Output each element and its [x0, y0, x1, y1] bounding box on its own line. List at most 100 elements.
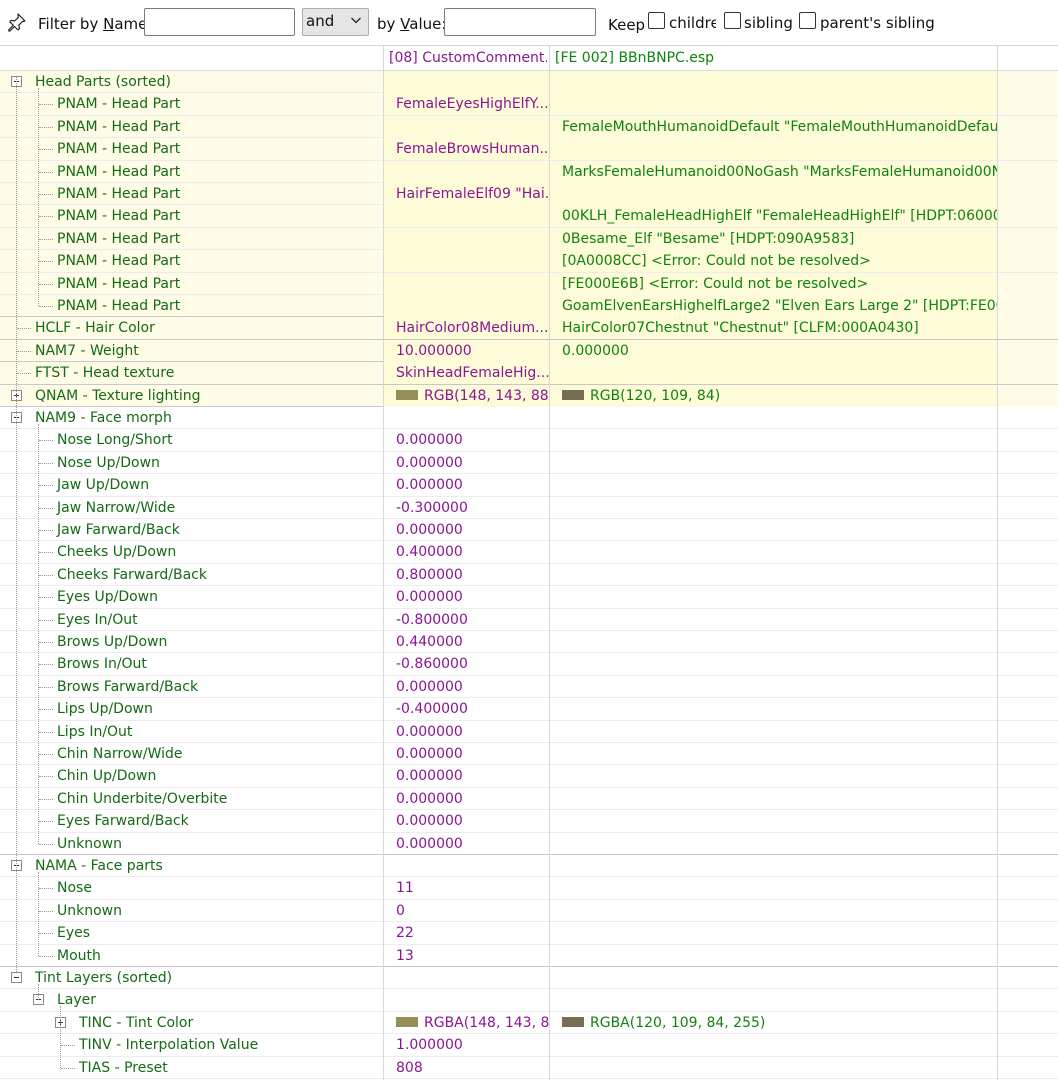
plugin-1-value-cell[interactable] [383, 295, 549, 317]
tree-row[interactable]: TINV - Interpolation Value 1.000000 [0, 1034, 1058, 1057]
tree-row[interactable]: Jaw Up/Down 0.000000 [0, 474, 1058, 497]
column-header-plugin-2[interactable]: [FE 002] BBnBNPC.esp [555, 50, 995, 66]
record-comparison-tree[interactable]: [08] CustomComment... [FE 002] BBnBNPC.e… [0, 46, 1058, 1080]
plugin-1-value-cell[interactable]: RGB(148, 143, 88) [383, 384, 549, 407]
tree-row[interactable]: Cheeks Up/Down 0.400000 [0, 541, 1058, 564]
plugin-2-value-cell[interactable]: 0.000000 [549, 339, 997, 362]
plugin-2-value-cell[interactable] [549, 429, 997, 451]
tree-row[interactable]: Eyes Farward/Back 0.000000 [0, 810, 1058, 833]
plugin-2-value-cell[interactable]: [FE000E6B] <Error: Could not be resolved… [549, 272, 997, 295]
plugin-1-value-cell[interactable]: 0.000000 [383, 452, 549, 474]
plugin-2-value-cell[interactable]: FemaleMouthHumanoidDefault "FemaleMouthH… [549, 115, 997, 138]
keep-siblings-checkbox[interactable] [724, 12, 741, 29]
plugin-1-value-cell[interactable]: 0.000000 [383, 743, 549, 765]
plugin-2-value-cell[interactable] [549, 788, 997, 810]
plugin-2-value-cell[interactable] [549, 519, 997, 541]
plugin-1-value-cell[interactable]: 0 [383, 900, 549, 922]
tree-row[interactable]: PNAM - Head Part 0Besame_Elf "Besame" [HD… [0, 227, 1058, 251]
tree-row[interactable]: PNAM - Head Part [FE000E6B] <Error: Could… [0, 272, 1058, 295]
plugin-2-value-cell[interactable] [549, 810, 997, 832]
plugin-1-value-cell[interactable] [383, 227, 549, 250]
plugin-2-value-cell[interactable] [549, 474, 997, 496]
tree-row[interactable]: NAM9 - Face morph [0, 407, 1058, 430]
plugin-1-value-cell[interactable] [383, 407, 549, 429]
plugin-1-value-cell[interactable]: HairColor08Medium... [383, 317, 549, 340]
plugin-2-value-cell[interactable] [549, 765, 997, 787]
plugin-2-value-cell[interactable] [549, 362, 997, 385]
plugin-1-value-cell[interactable]: 0.000000 [383, 474, 549, 496]
plugin-1-value-cell[interactable]: 0.000000 [383, 429, 549, 451]
plugin-1-value-cell[interactable]: FemaleBrowsHuman... [383, 138, 549, 161]
plugin-2-value-cell[interactable] [549, 452, 997, 474]
plugin-2-value-cell[interactable] [549, 945, 997, 967]
tree-row[interactable]: Brows Up/Down 0.440000 [0, 631, 1058, 654]
plugin-2-value-cell[interactable] [549, 564, 997, 586]
tree-row[interactable]: PNAM - Head Part FemaleBrowsHuman... [0, 138, 1058, 161]
tree-row[interactable]: Chin Up/Down 0.000000 [0, 765, 1058, 788]
plugin-1-value-cell[interactable]: HairFemaleElf09 "Hai... [383, 183, 549, 205]
plugin-2-value-cell[interactable] [549, 833, 997, 855]
tree-row[interactable]: Nose Up/Down 0.000000 [0, 451, 1058, 475]
tree-row[interactable]: PNAM - Head Part MarksFemaleHumanoid00NoG… [0, 160, 1058, 183]
plugin-2-value-cell[interactable] [549, 855, 997, 877]
tree-row[interactable]: NAMA - Face parts [0, 855, 1058, 878]
plugin-1-value-cell[interactable] [383, 855, 549, 877]
tree-row[interactable]: Nose 11 [0, 877, 1058, 900]
tree-row[interactable]: PNAM - Head Part FemaleMouthHumanoidDefau… [0, 115, 1058, 139]
plugin-2-value-cell[interactable] [549, 698, 997, 720]
plugin-1-value-cell[interactable] [383, 71, 549, 93]
plugin-1-value-cell[interactable]: 13 [383, 945, 549, 967]
tree-row[interactable]: PNAM - Head Part FemaleEyesHighElfY... [0, 93, 1058, 116]
tree-row[interactable]: Unknown 0 [0, 899, 1058, 923]
pin-icon[interactable] [7, 12, 27, 32]
collapse-minus-icon[interactable] [11, 972, 22, 983]
plugin-1-value-cell[interactable]: FemaleEyesHighElfY... [383, 93, 549, 116]
plugin-2-value-cell[interactable] [549, 1034, 997, 1056]
plugin-1-value-cell[interactable] [383, 989, 549, 1011]
plugin-1-value-cell[interactable] [383, 272, 549, 295]
plugin-2-value-cell[interactable] [549, 1057, 997, 1079]
plugin-2-value-cell[interactable] [549, 967, 997, 989]
plugin-2-value-cell[interactable] [549, 183, 997, 205]
plugin-2-value-cell[interactable]: 0Besame_Elf "Besame" [HDPT:090A9583] [549, 227, 997, 250]
plugin-2-value-cell[interactable] [549, 743, 997, 765]
plugin-2-value-cell[interactable]: [0A0008CC] <Error: Could not be resolved… [549, 250, 997, 273]
tree-row[interactable]: Layer [0, 989, 1058, 1012]
plugin-1-value-cell[interactable]: 1.000000 [383, 1034, 549, 1056]
tree-row[interactable]: PNAM - Head Part 00KLH_FemaleHeadHighElf … [0, 205, 1058, 228]
plugin-2-value-cell[interactable]: GoamElvenEarsHighelfLarge2 "Elven Ears L… [549, 295, 997, 317]
plugin-2-value-cell[interactable] [549, 586, 997, 608]
plugin-2-value-cell[interactable] [549, 93, 997, 116]
plugin-1-value-cell[interactable]: 0.000000 [383, 519, 549, 541]
plugin-1-value-cell[interactable]: RGBA(148, 143, 88 [383, 1012, 549, 1034]
tree-row[interactable]: PNAM - Head Part [0A0008CC] <Error: Could… [0, 250, 1058, 273]
plugin-2-value-cell[interactable] [549, 497, 997, 519]
tree-row[interactable]: Cheeks Farward/Back 0.800000 [0, 563, 1058, 587]
plugin-1-value-cell[interactable]: 0.000000 [383, 586, 549, 608]
tree-row[interactable]: Chin Underbite/Overbite 0.000000 [0, 787, 1058, 811]
plugin-2-value-cell[interactable]: RGBA(120, 109, 84, 255) [549, 1012, 997, 1034]
tree-row[interactable]: TIAS - Preset 808 [0, 1056, 1058, 1079]
plugin-1-value-cell[interactable]: 0.000000 [383, 810, 549, 832]
plugin-2-value-cell[interactable] [549, 407, 997, 429]
tree-row[interactable]: Chin Narrow/Wide 0.000000 [0, 743, 1058, 766]
tree-row[interactable]: Brows In/Out -0.860000 [0, 653, 1058, 676]
tree-row[interactable]: FTST - Head texture SkinHeadFemaleHig... [0, 362, 1058, 385]
plugin-2-value-cell[interactable]: RGB(120, 109, 84) [549, 384, 997, 407]
keep-children-checkbox[interactable] [648, 12, 665, 29]
plugin-2-value-cell[interactable] [549, 653, 997, 675]
plugin-1-value-cell[interactable]: 0.000000 [383, 721, 549, 743]
tree-row[interactable]: Lips Up/Down -0.400000 [0, 698, 1058, 721]
plugin-2-value-cell[interactable] [549, 877, 997, 899]
tree-row[interactable]: Mouth 13 [0, 944, 1058, 967]
plugin-2-value-cell[interactable] [549, 989, 997, 1011]
plugin-2-value-cell[interactable] [549, 900, 997, 922]
tree-row[interactable]: Eyes In/Out -0.800000 [0, 608, 1058, 631]
column-header-plugin-1[interactable]: [08] CustomComment... [389, 50, 547, 66]
tree-row[interactable]: Jaw Narrow/Wide -0.300000 [0, 496, 1058, 519]
plugin-1-value-cell[interactable]: 22 [383, 922, 549, 944]
plugin-1-value-cell[interactable] [383, 967, 549, 989]
plugin-1-value-cell[interactable]: -0.400000 [383, 698, 549, 720]
filter-operator-select[interactable]: and [302, 8, 369, 36]
tree-row[interactable]: Jaw Farward/Back 0.000000 [0, 519, 1058, 542]
